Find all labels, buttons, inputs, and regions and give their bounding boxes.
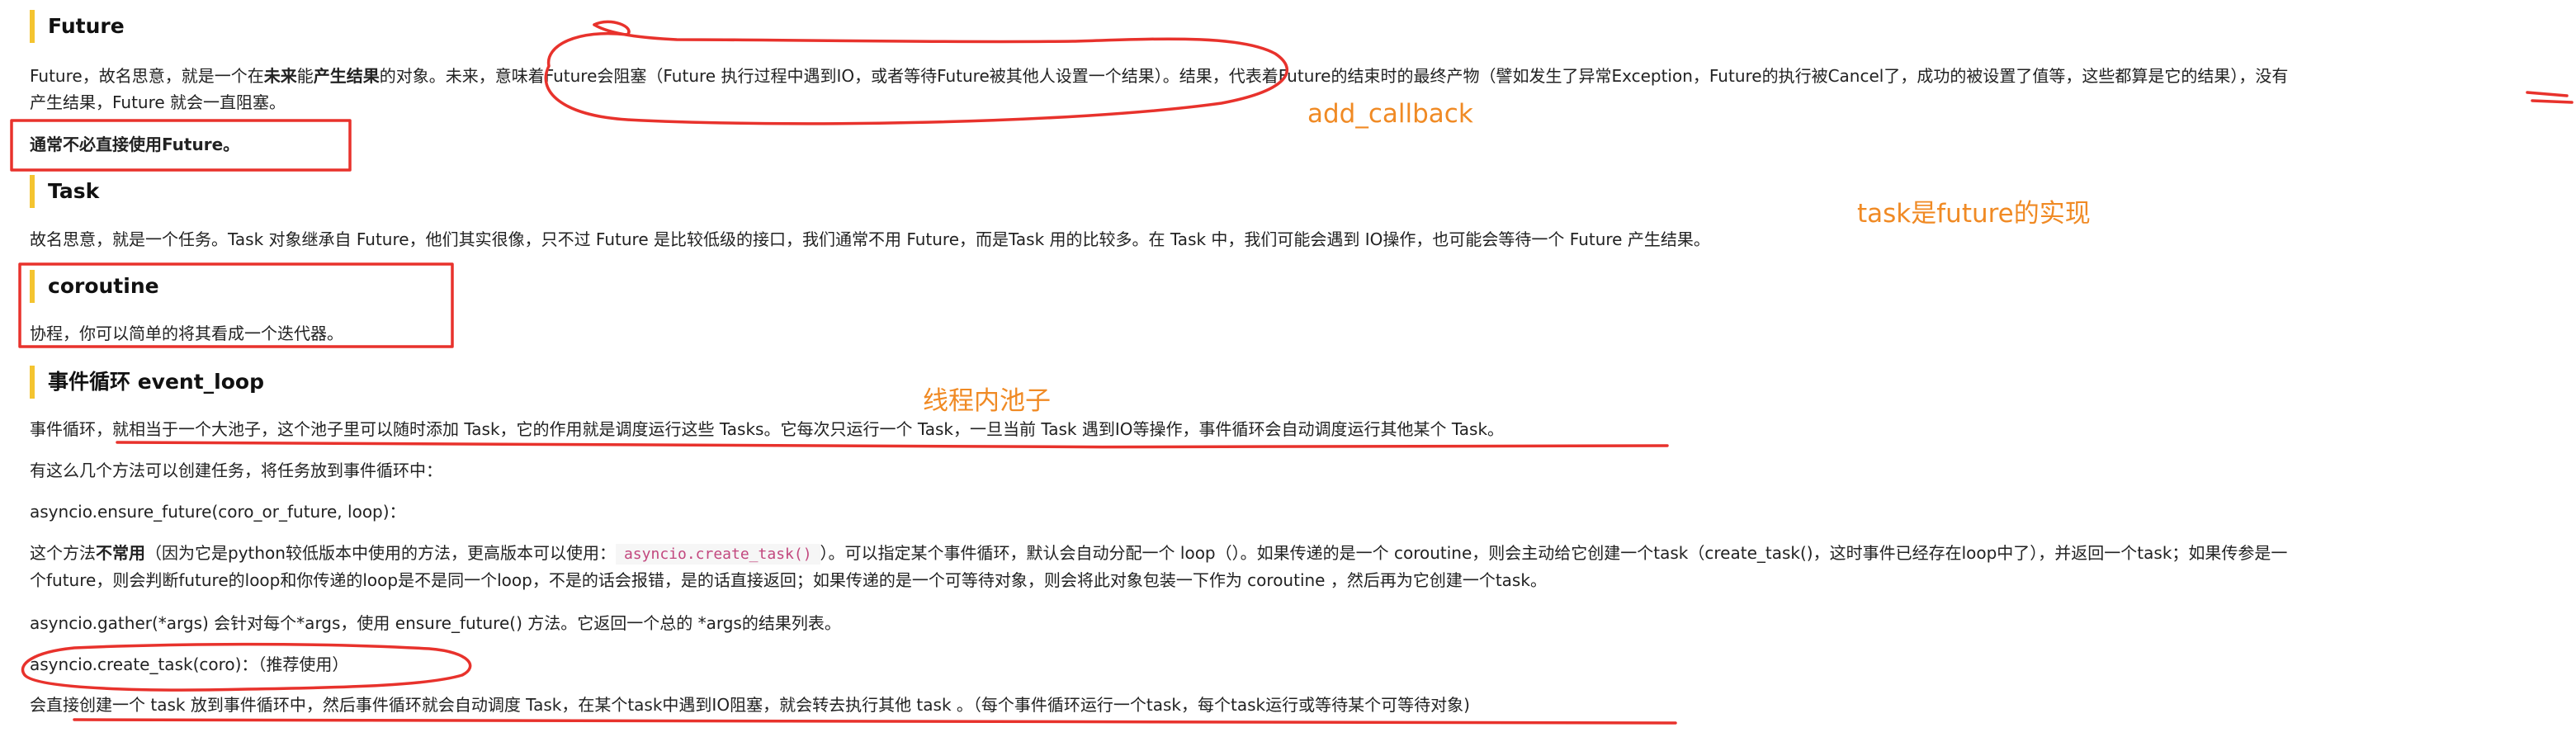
ensure-future-bold: 不常用 [96,543,145,563]
event-loop-intro: 有这么几个方法可以创建任务，将任务放到事件循环中： [30,461,442,480]
circle-blocking-flourish [593,20,631,36]
annotation-thread-pool: 线程内池子 [923,386,1051,416]
ensure-future-text-c: ）。可以指定某个事件循环，默认会自动分配一个 loop（）。如果传递的是一个 c… [820,543,2288,563]
event-loop-heading: 事件循环 event_loop [30,366,264,399]
task-heading: Task [30,175,99,208]
ensure-future-signature: asyncio.ensure_future(coro_or_future, lo… [30,502,406,522]
create-task-signature: asyncio.create_task(coro)：（推荐使用） [30,654,349,674]
tick-right-margin [2526,91,2569,97]
event-loop-paragraph: 事件循环，就相当于一个大池子，这个池子里可以随时添加 Task，它的作用就是调度… [30,419,1505,439]
coroutine-paragraph: 协程，你可以简单的将其看成一个迭代器。 [30,324,343,343]
future-paragraph-line1: Future，故名思意，就是一个在未来能产生结果的对象。未来，意味着Future… [30,64,2288,88]
future-text-c: 的对象。未来，意味着Future会阻塞（Future 执行过程中遇到IO，或者等… [379,66,2289,86]
gather-desc: asyncio.gather(*args) 会针对每个*args，使用 ensu… [30,613,841,633]
future-heading: Future [30,10,125,43]
future-text-b: 能 [296,66,314,86]
ensure-future-text-b: （因为它是python较低版本中使用的方法，更高版本可以使用： [145,543,616,563]
coroutine-heading: coroutine [30,270,159,303]
future-bold-future: 未来 [263,66,297,86]
future-bold-result: 产生结果 [313,66,380,86]
inline-code-create-task: asyncio.create_task() [615,544,820,565]
underline-create-task [73,718,1677,726]
ensure-future-desc-line2: 个future，则会判断future的loop和你传递的loop是不是同一个lo… [30,570,1547,590]
underline-event-loop [116,441,1669,449]
annotation-add-callback: add_callback [1307,99,1473,129]
ensure-future-text-a: 这个方法 [30,543,96,563]
future-tip: 通常不必直接使用Future。 [30,135,240,154]
future-text-a: Future，故名思意，就是一个在 [30,66,264,86]
future-paragraph-line2: 产生结果，Future 就会一直阻塞。 [30,92,286,112]
annotation-task-is-future: task是future的实现 [1857,199,2091,229]
ensure-future-desc-line1: 这个方法不常用（因为它是python较低版本中使用的方法，更高版本可以使用： as… [30,541,2287,567]
tick-right-margin-2 [2531,99,2574,104]
task-paragraph: 故名思意，就是一个任务。Task 对象继承自 Future，他们其实很像，只不过… [30,229,1710,249]
create-task-desc: 会直接创建一个 task 放到事件循环中，然后事件循环就会自动调度 Task，在… [30,695,1470,715]
